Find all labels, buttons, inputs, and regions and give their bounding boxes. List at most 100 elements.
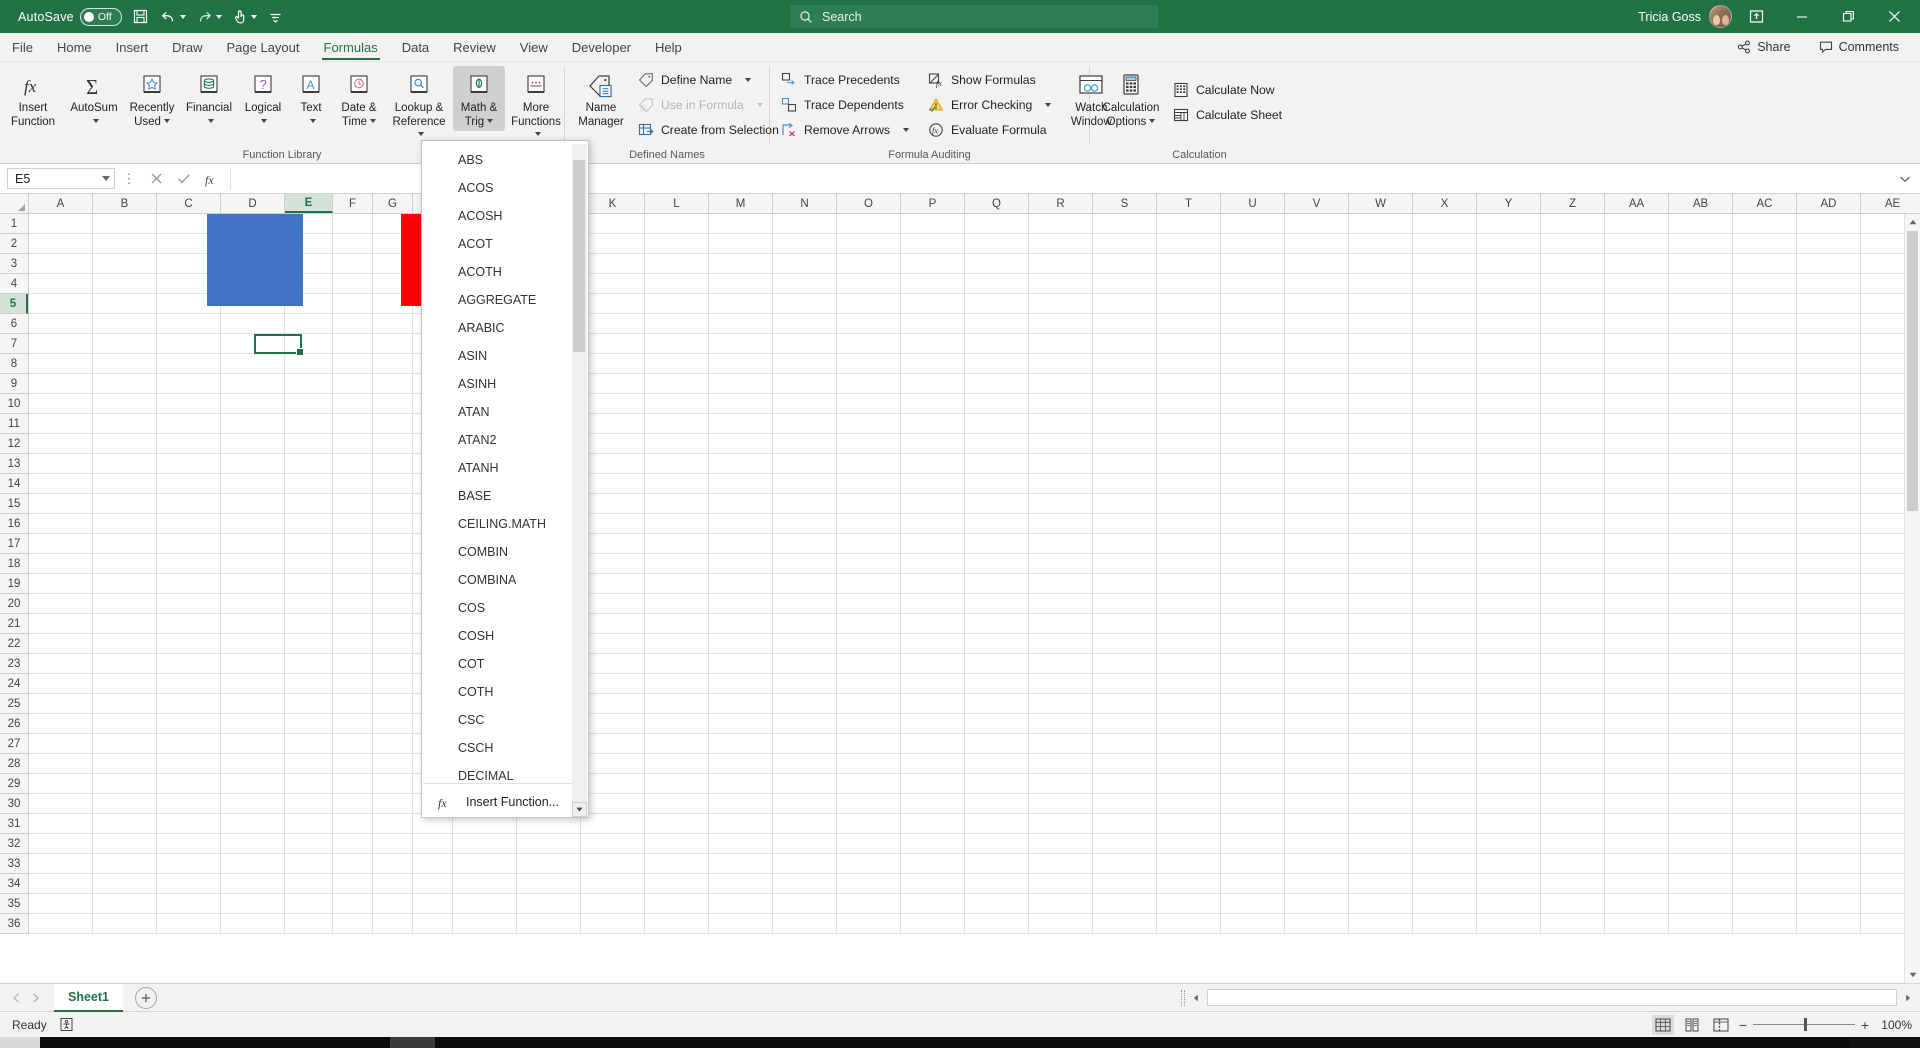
- cell-AA27[interactable]: [1605, 734, 1669, 754]
- row-header-11[interactable]: 11: [0, 414, 28, 434]
- cell-T16[interactable]: [1157, 514, 1221, 534]
- cell-R11[interactable]: [1029, 414, 1093, 434]
- zoom-thumb[interactable]: [1804, 1018, 1807, 1031]
- column-header-P[interactable]: P: [901, 194, 965, 213]
- active-cell-selection[interactable]: [254, 334, 304, 356]
- cell-O29[interactable]: [837, 774, 901, 794]
- cell-AB3[interactable]: [1669, 254, 1733, 274]
- cell-C24[interactable]: [157, 674, 221, 694]
- cell-L8[interactable]: [645, 354, 709, 374]
- cell-T1[interactable]: [1157, 214, 1221, 234]
- cell-AD11[interactable]: [1797, 414, 1861, 434]
- cell-V13[interactable]: [1285, 454, 1349, 474]
- cell-H35[interactable]: [413, 894, 453, 914]
- cell-U20[interactable]: [1221, 594, 1285, 614]
- cell-X31[interactable]: [1413, 814, 1477, 834]
- math-trig-function-list[interactable]: ABS ACOS ACOSH ACOT ACOTH AGGREGATE ARABIC ASIN…: [422, 143, 588, 781]
- cell-AD4[interactable]: [1797, 274, 1861, 294]
- cell-B13[interactable]: [93, 454, 157, 474]
- cell-I33[interactable]: [453, 854, 517, 874]
- cell-M18[interactable]: [709, 554, 773, 574]
- cell-P9[interactable]: [901, 374, 965, 394]
- cell-L6[interactable]: [645, 314, 709, 334]
- cell-U19[interactable]: [1221, 574, 1285, 594]
- cell-D8[interactable]: [221, 354, 285, 374]
- cell-B32[interactable]: [93, 834, 157, 854]
- cell-Y28[interactable]: [1477, 754, 1541, 774]
- cell-F23[interactable]: [333, 654, 373, 674]
- vertical-scrollbar[interactable]: [1904, 214, 1920, 983]
- cell-P35[interactable]: [901, 894, 965, 914]
- cell-A26[interactable]: [29, 714, 93, 734]
- cell-W10[interactable]: [1349, 394, 1413, 414]
- cell-Z27[interactable]: [1541, 734, 1605, 754]
- cell-AB12[interactable]: [1669, 434, 1733, 454]
- cell-L32[interactable]: [645, 834, 709, 854]
- cell-Q11[interactable]: [965, 414, 1029, 434]
- cell-W18[interactable]: [1349, 554, 1413, 574]
- cell-N1[interactable]: [773, 214, 837, 234]
- cell-Y34[interactable]: [1477, 874, 1541, 894]
- cell-AC3[interactable]: [1733, 254, 1797, 274]
- row-header-25[interactable]: 25: [0, 694, 28, 714]
- cell-A19[interactable]: [29, 574, 93, 594]
- row-header-17[interactable]: 17: [0, 534, 28, 554]
- cell-P15[interactable]: [901, 494, 965, 514]
- cell-R35[interactable]: [1029, 894, 1093, 914]
- cell-B33[interactable]: [93, 854, 157, 874]
- cell-W6[interactable]: [1349, 314, 1413, 334]
- cell-E35[interactable]: [285, 894, 333, 914]
- cell-G11[interactable]: [373, 414, 413, 434]
- cell-AD27[interactable]: [1797, 734, 1861, 754]
- cell-T5[interactable]: [1157, 294, 1221, 314]
- cell-AC6[interactable]: [1733, 314, 1797, 334]
- cell-U8[interactable]: [1221, 354, 1285, 374]
- cell-Z4[interactable]: [1541, 274, 1605, 294]
- cell-W29[interactable]: [1349, 774, 1413, 794]
- cell-V23[interactable]: [1285, 654, 1349, 674]
- cell-X33[interactable]: [1413, 854, 1477, 874]
- cell-B30[interactable]: [93, 794, 157, 814]
- sheet-nav-arrows[interactable]: [6, 992, 52, 1003]
- cell-V20[interactable]: [1285, 594, 1349, 614]
- cell-AB29[interactable]: [1669, 774, 1733, 794]
- cell-D13[interactable]: [221, 454, 285, 474]
- cell-E20[interactable]: [285, 594, 333, 614]
- cell-G18[interactable]: [373, 554, 413, 574]
- cell-T35[interactable]: [1157, 894, 1221, 914]
- cell-Y22[interactable]: [1477, 634, 1541, 654]
- cell-L4[interactable]: [645, 274, 709, 294]
- cell-E32[interactable]: [285, 834, 333, 854]
- cell-W9[interactable]: [1349, 374, 1413, 394]
- cell-O33[interactable]: [837, 854, 901, 874]
- cell-Q27[interactable]: [965, 734, 1029, 754]
- cell-F7[interactable]: [333, 334, 373, 354]
- cell-G14[interactable]: [373, 474, 413, 494]
- cell-B8[interactable]: [93, 354, 157, 374]
- cell-AD13[interactable]: [1797, 454, 1861, 474]
- cell-D26[interactable]: [221, 714, 285, 734]
- name-box-caret-icon[interactable]: [102, 176, 110, 181]
- cell-M1[interactable]: [709, 214, 773, 234]
- cell-A7[interactable]: [29, 334, 93, 354]
- cell-L7[interactable]: [645, 334, 709, 354]
- cell-D35[interactable]: [221, 894, 285, 914]
- cell-N7[interactable]: [773, 334, 837, 354]
- cell-X25[interactable]: [1413, 694, 1477, 714]
- cell-M16[interactable]: [709, 514, 773, 534]
- cell-K17[interactable]: [581, 534, 645, 554]
- cell-AA24[interactable]: [1605, 674, 1669, 694]
- cell-M34[interactable]: [709, 874, 773, 894]
- sheet-tab-sheet1[interactable]: Sheet1: [54, 983, 123, 1012]
- use-in-formula-caret-icon[interactable]: [756, 102, 763, 107]
- cell-S4[interactable]: [1093, 274, 1157, 294]
- share-button[interactable]: Share: [1730, 37, 1797, 57]
- cell-M3[interactable]: [709, 254, 773, 274]
- cell-Q36[interactable]: [965, 914, 1029, 934]
- cell-F16[interactable]: [333, 514, 373, 534]
- cell-K21[interactable]: [581, 614, 645, 634]
- cell-AC32[interactable]: [1733, 834, 1797, 854]
- cell-F17[interactable]: [333, 534, 373, 554]
- cell-C35[interactable]: [157, 894, 221, 914]
- row-header-12[interactable]: 12: [0, 434, 28, 454]
